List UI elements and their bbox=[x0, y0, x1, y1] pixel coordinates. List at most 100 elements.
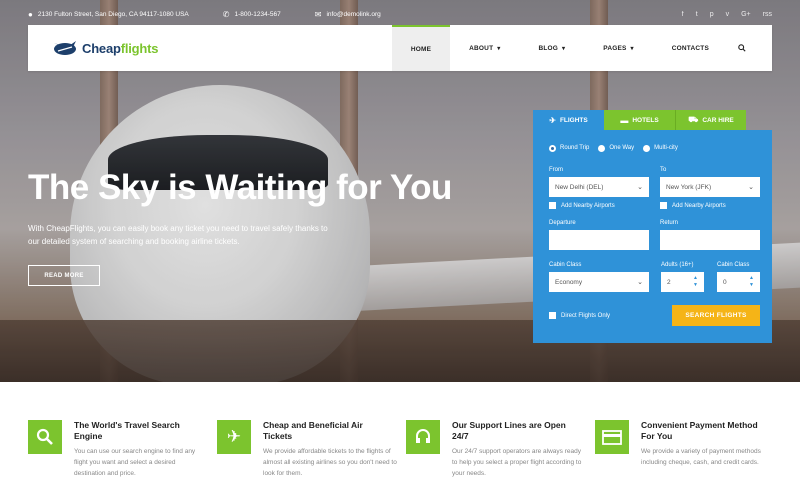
logo-text-cheap: Cheap bbox=[82, 40, 121, 56]
stepper-arrows-icon[interactable]: ▲ ▼ bbox=[749, 275, 754, 289]
nav-about-label: ABOUT bbox=[469, 44, 494, 52]
radio-multi-city[interactable]: Multi-city bbox=[643, 144, 678, 152]
read-more-button[interactable]: READ MORE bbox=[28, 265, 100, 286]
nav-blog-label: BLOG bbox=[538, 44, 559, 52]
phone-text[interactable]: 1-800-1234-567 bbox=[234, 11, 280, 18]
plane-logo-icon bbox=[52, 39, 78, 57]
cabin-class-count-value: 0 bbox=[723, 278, 727, 286]
adults-value: 2 bbox=[667, 278, 671, 286]
main-nav: HOME ABOUT ▾ BLOG ▾ PAGES ▾ CONTACTS bbox=[391, 25, 772, 71]
credit-card-icon bbox=[595, 420, 629, 454]
cabin-class-stepper[interactable]: 0 ▲ ▼ bbox=[717, 272, 760, 292]
bed-icon: ▬ bbox=[620, 115, 629, 125]
nav-contacts-label: CONTACTS bbox=[671, 44, 709, 52]
top-info-bar: ● 2130 Fulton Street, San Diego, CA 9411… bbox=[28, 6, 772, 22]
direct-flights-checkbox[interactable]: Direct Flights Only bbox=[549, 312, 610, 319]
envelope-icon: ✉ bbox=[314, 9, 322, 19]
cabin-class-value: Economy bbox=[555, 278, 583, 286]
airplane-icon: ✈ bbox=[549, 115, 556, 125]
headset-icon bbox=[406, 420, 440, 454]
email-info[interactable]: ✉ info@demolink.org bbox=[315, 10, 381, 19]
car-icon: ⛟ bbox=[688, 115, 699, 124]
site-header: Cheap flights HOME ABOUT ▾ BLOG ▾ PAGES ▾ CO… bbox=[28, 25, 772, 71]
from-select[interactable]: New Delhi (DEL) ⌄ bbox=[549, 177, 649, 197]
rss-icon[interactable]: rss bbox=[763, 11, 772, 18]
email-text[interactable]: info@demolink.org bbox=[326, 11, 380, 18]
feature-title: The World's Travel Search Engine bbox=[74, 420, 180, 441]
chevron-down-icon: ⌄ bbox=[637, 184, 643, 191]
address-info: ● 2130 Fulton Street, San Diego, CA 9411… bbox=[28, 10, 189, 19]
feature-text: Our 24/7 support operators are always re… bbox=[452, 448, 582, 477]
chevron-down-icon: ⌄ bbox=[748, 184, 754, 191]
from-label: From bbox=[549, 167, 563, 173]
feature-text: We provide affordable tickets to the fli… bbox=[263, 448, 397, 477]
booking-tabs: ✈ FLIGHTS ▬ HOTELS ⛟ CAR HIRE bbox=[533, 110, 747, 130]
airplane-icon: ✈ bbox=[217, 420, 251, 454]
phone-info[interactable]: ✆ 1-800-1234-567 bbox=[223, 10, 281, 19]
address-text: 2130 Fulton Street, San Diego, CA 94117-… bbox=[37, 10, 189, 18]
departure-input[interactable] bbox=[549, 230, 649, 250]
vimeo-icon[interactable]: v bbox=[726, 11, 730, 18]
return-label: Return bbox=[660, 220, 679, 226]
features-section: The World's Travel Search Engine You can… bbox=[0, 382, 800, 500]
magnifier-icon bbox=[28, 420, 62, 454]
phone-icon: ✆ bbox=[222, 9, 230, 19]
feature-title: Cheap and Beneficial Air Tickets bbox=[263, 420, 363, 441]
location-pin-icon: ● bbox=[28, 9, 33, 19]
feature-title: Convenient Payment Method For You bbox=[641, 420, 758, 441]
cabin-class-label: Cabin Class bbox=[549, 262, 582, 268]
stepper-arrows-icon[interactable]: ▲ ▼ bbox=[693, 275, 698, 289]
to-nearby-checkbox[interactable]: Add Nearby Airports bbox=[660, 202, 726, 209]
tab-car-hire[interactable]: ⛟ CAR HIRE bbox=[675, 110, 746, 130]
departure-label: Departure bbox=[549, 220, 576, 226]
nav-blog[interactable]: BLOG ▾ bbox=[519, 25, 584, 71]
facebook-icon[interactable]: f bbox=[682, 11, 684, 18]
chevron-down-icon: ▾ bbox=[630, 45, 634, 52]
social-links: f t p v G+ rss bbox=[682, 11, 772, 18]
chevron-down-icon: ⌄ bbox=[637, 279, 643, 286]
from-nearby-checkbox[interactable]: Add Nearby Airports bbox=[549, 202, 615, 209]
tab-car-hire-label: CAR HIRE bbox=[702, 116, 734, 124]
nav-pages[interactable]: PAGES ▾ bbox=[584, 25, 653, 71]
to-select[interactable]: New York (JFK) ⌄ bbox=[660, 177, 760, 197]
adults-stepper[interactable]: 2 ▲ ▼ bbox=[661, 272, 704, 292]
cabin-class-select[interactable]: Economy ⌄ bbox=[549, 272, 649, 292]
nav-home[interactable]: HOME bbox=[391, 25, 451, 71]
from-nearby-label: Add Nearby Airports bbox=[561, 202, 615, 209]
hero-title: The Sky is Waiting for You bbox=[28, 168, 452, 207]
to-value: New York (JFK) bbox=[666, 183, 712, 191]
hero-description: With CheapFlights, you can easily book a… bbox=[28, 224, 328, 246]
radio-round-trip-label: Round Trip bbox=[560, 145, 590, 151]
logo[interactable]: Cheap flights bbox=[28, 25, 159, 71]
nav-contacts[interactable]: CONTACTS bbox=[653, 25, 728, 71]
pinterest-icon[interactable]: p bbox=[710, 11, 714, 18]
tab-hotels[interactable]: ▬ HOTELS bbox=[604, 110, 675, 130]
return-input[interactable] bbox=[660, 230, 760, 250]
chevron-down-icon: ▾ bbox=[497, 45, 501, 52]
logo-text-flights: flights bbox=[120, 40, 159, 56]
from-value: New Delhi (DEL) bbox=[555, 183, 604, 191]
radio-round-trip[interactable]: Round Trip bbox=[549, 144, 590, 152]
nav-pages-label: PAGES bbox=[603, 44, 627, 52]
twitter-icon[interactable]: t bbox=[696, 11, 698, 18]
tab-flights-label: FLIGHTS bbox=[559, 116, 588, 124]
radio-one-way[interactable]: One Way bbox=[598, 144, 635, 152]
feature-text: You can use our search engine to find an… bbox=[74, 448, 196, 477]
nav-about[interactable]: ABOUT ▾ bbox=[450, 25, 519, 71]
tab-hotels-label: HOTELS bbox=[632, 116, 659, 124]
radio-multi-city-label: Multi-city bbox=[654, 145, 678, 151]
radio-one-way-label: One Way bbox=[609, 145, 635, 151]
to-nearby-label: Add Nearby Airports bbox=[672, 202, 726, 209]
search-flights-button[interactable]: SEARCH FLIGHTS bbox=[672, 305, 760, 326]
nav-home-label: HOME bbox=[410, 45, 432, 53]
cabin-class-count-label: Cabin Class bbox=[717, 262, 750, 268]
search-icon[interactable] bbox=[728, 25, 772, 71]
feature-text: We provide a variety of payment methods … bbox=[641, 448, 761, 466]
google-plus-icon[interactable]: G+ bbox=[741, 11, 751, 18]
tab-flights[interactable]: ✈ FLIGHTS bbox=[533, 110, 604, 130]
to-label: To bbox=[660, 167, 667, 173]
direct-flights-label: Direct Flights Only bbox=[561, 312, 611, 319]
chevron-down-icon: ▾ bbox=[562, 45, 566, 52]
trip-type-radios: Round Trip One Way Multi-city bbox=[549, 142, 760, 154]
adults-label: Adults (16+) bbox=[661, 262, 694, 268]
